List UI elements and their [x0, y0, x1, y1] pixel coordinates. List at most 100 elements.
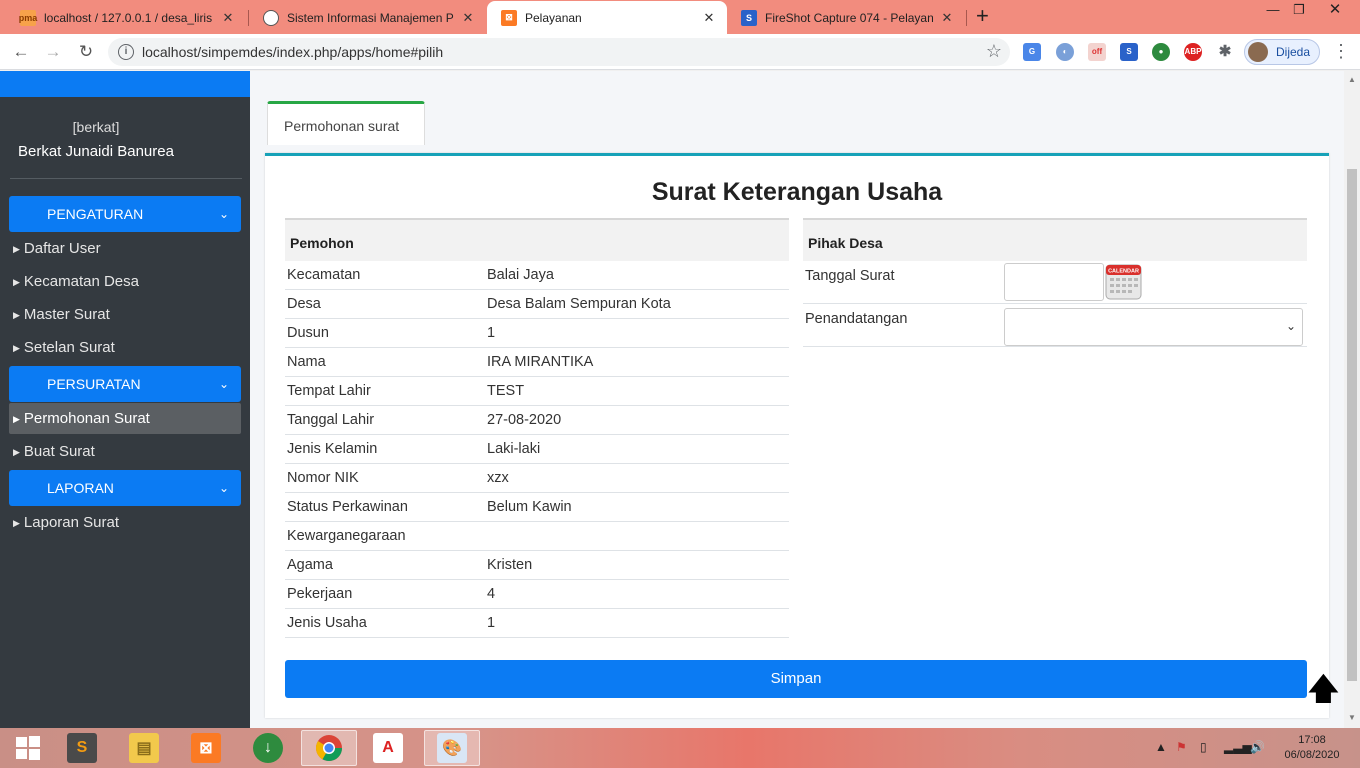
site-info-icon[interactable]: i: [118, 44, 134, 60]
row-key: Tempat Lahir: [287, 383, 371, 399]
scroll-to-top-icon[interactable]: 🡅: [1308, 675, 1339, 705]
calendar-text: CALENDAR: [1108, 269, 1139, 275]
volume-icon[interactable]: 🔊: [1250, 740, 1265, 754]
row-key: Nama: [287, 354, 326, 370]
sidebar-section-persuratan[interactable]: PERSURATAN ⌄: [9, 366, 241, 402]
scrollbar-thumb[interactable]: [1347, 169, 1357, 681]
user-fullname: Berkat Junaidi Banurea: [18, 143, 174, 160]
sidebar-item-daftar-user[interactable]: ▶ Daftar User: [9, 233, 241, 264]
taskbar-explorer[interactable]: ▤: [116, 730, 172, 766]
section-label: PERSURATAN: [47, 376, 141, 392]
table-row: Tanggal Surat CALENDAR: [803, 261, 1307, 304]
row-key: Agama: [287, 557, 333, 573]
row-value: TEST: [487, 383, 525, 399]
tanggal-surat-input[interactable]: [1004, 263, 1104, 301]
network-signal-icon[interactable]: ▂▃▅: [1224, 740, 1252, 754]
pemohon-header: Pemohon: [285, 218, 789, 261]
close-tab-icon[interactable]: ✕: [701, 10, 717, 26]
chevron-down-icon: ⌄: [218, 481, 229, 495]
section-label: LAPORAN: [47, 480, 114, 496]
row-value: Belum Kawin: [487, 499, 572, 515]
section-label: PENGATURAN: [47, 206, 144, 222]
row-key: Status Perkawinan: [287, 499, 408, 515]
table-row: Tempat Lahir TEST: [285, 377, 789, 406]
calendar-icon[interactable]: CALENDAR: [1105, 262, 1142, 300]
page-scrollbar[interactable]: ▲ ▼: [1344, 71, 1360, 728]
show-hidden-icons[interactable]: ▲: [1155, 740, 1167, 754]
tab-permohonan-surat[interactable]: Permohonan surat: [267, 101, 425, 145]
close-tab-icon[interactable]: ✕: [939, 10, 955, 26]
sidebar-item-kecamatan-desa[interactable]: ▶ Kecamatan Desa: [9, 266, 241, 297]
xampp-icon: ⊠: [501, 9, 517, 26]
row-value: 1: [487, 325, 496, 341]
browser-tab-sistem-informasi[interactable]: Sistem Informasi Manajemen Per ✕: [249, 1, 486, 34]
taskbar-sublime[interactable]: S: [54, 730, 110, 766]
taskbar-acrobat[interactable]: A: [360, 730, 416, 766]
caret-right-icon: ▶: [13, 244, 20, 254]
extension-icon[interactable]: ●: [1152, 43, 1170, 61]
scroll-up-icon[interactable]: ▲: [1348, 75, 1356, 84]
scroll-down-icon[interactable]: ▼: [1348, 713, 1356, 722]
extensions-puzzle-icon[interactable]: ✱: [1216, 43, 1234, 61]
table-row: Nama IRA MIRANTIKA: [285, 348, 789, 377]
browser-tab-pelayanan[interactable]: ⊠ Pelayanan ✕: [487, 1, 727, 34]
row-key: Desa: [287, 296, 321, 312]
taskbar-paint[interactable]: 🎨: [424, 730, 480, 766]
new-tab-button[interactable]: +: [976, 5, 989, 27]
bookmark-star-icon[interactable]: ☆: [986, 41, 1002, 62]
close-tab-icon[interactable]: ✕: [220, 10, 236, 26]
sidebar-item-permohonan-surat[interactable]: ▶ Permohonan Surat: [9, 403, 241, 434]
table-row: Dusun 1: [285, 319, 789, 348]
browser-menu-icon[interactable]: ⋮: [1332, 41, 1350, 62]
adblock-extension-icon[interactable]: ABP: [1184, 43, 1202, 61]
battery-icon[interactable]: ▯: [1200, 740, 1207, 754]
translate-extension-icon[interactable]: G: [1023, 43, 1041, 61]
browser-tab-fireshot[interactable]: S FireShot Capture 074 - Pelayanan ✕: [727, 1, 965, 34]
table-row: Pekerjaan 4: [285, 580, 789, 609]
flag-icon[interactable]: ⚑: [1176, 740, 1187, 754]
extension-icon[interactable]: ◐: [1056, 43, 1074, 61]
address-bar[interactable]: i localhost/simpemdes/index.php/apps/hom…: [108, 38, 1010, 66]
forward-icon[interactable]: →: [42, 41, 64, 63]
sidebar-item-label: Setelan Surat: [23, 339, 115, 356]
sidebar-section-pengaturan[interactable]: PENGATURAN ⌄: [9, 196, 241, 232]
start-button[interactable]: [0, 730, 56, 766]
sidebar-item-label: Laporan Surat: [23, 514, 119, 531]
restore-icon[interactable]: ❐: [1284, 0, 1314, 22]
browser-tab-phpmyadmin[interactable]: pma localhost / 127.0.0.1 / desa_liris /…: [6, 1, 246, 34]
tab-title: FireShot Capture 074 - Pelayanan: [765, 10, 933, 25]
taskbar-idm[interactable]: ↓: [240, 730, 296, 766]
row-value: Laki-laki: [487, 441, 541, 457]
taskbar-chrome[interactable]: [301, 730, 357, 766]
reload-icon[interactable]: ↻: [75, 41, 97, 63]
close-window-icon[interactable]: ✕: [1320, 0, 1350, 22]
row-value: 1: [487, 615, 496, 631]
sidebar-item-buat-surat[interactable]: ▶ Buat Surat: [9, 436, 241, 467]
profile-name: Dijeda: [1276, 45, 1311, 59]
clock-date: 06/08/2020: [1284, 749, 1340, 761]
taskbar-clock[interactable]: 17:08 06/08/2020: [1280, 733, 1344, 763]
sidebar-item-label: Kecamatan Desa: [23, 273, 139, 290]
table-row: Kecamatan Balai Jaya: [285, 261, 789, 290]
sidebar-item-label: Daftar User: [23, 240, 101, 257]
chevron-down-icon: ⌄: [218, 207, 229, 221]
row-value: Balai Jaya: [487, 267, 554, 283]
windows-taskbar: S ▤ ⊠ ↓ A 🎨 ▲ ⚑ ▯ ▂▃▅ 🔊: [0, 728, 1360, 768]
sidebar-section-laporan[interactable]: LAPORAN ⌄: [9, 470, 241, 506]
simpan-button[interactable]: Simpan: [285, 660, 1307, 698]
sidebar-item-laporan-surat[interactable]: ▶ Laporan Surat: [9, 507, 241, 538]
back-icon[interactable]: ←: [10, 41, 32, 63]
extension-icon[interactable]: off: [1088, 43, 1106, 61]
url-text[interactable]: localhost/simpemdes/index.php/apps/home#…: [142, 44, 443, 60]
sidebar: [berkat] Berkat Junaidi Banurea PENGATUR…: [0, 71, 250, 728]
taskbar-xampp[interactable]: ⊠: [178, 730, 234, 766]
penandatangan-select[interactable]: ⌄: [1004, 308, 1303, 346]
close-tab-icon[interactable]: ✕: [460, 10, 476, 26]
phpmyadmin-icon: pma: [19, 9, 37, 26]
caret-right-icon: ▶: [13, 518, 20, 528]
sidebar-item-setelan-surat[interactable]: ▶ Setelan Surat: [9, 332, 241, 363]
profile-button[interactable]: Dijeda: [1244, 39, 1320, 65]
table-row: Agama Kristen: [285, 551, 789, 580]
fireshot-extension-icon[interactable]: S: [1120, 43, 1138, 61]
sidebar-item-master-surat[interactable]: ▶ Master Surat: [9, 299, 241, 330]
